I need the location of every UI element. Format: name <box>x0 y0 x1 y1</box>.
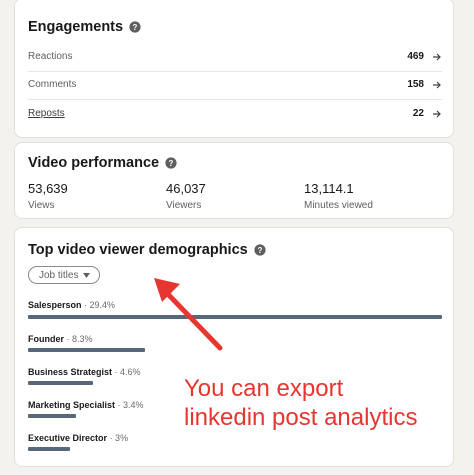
metric-label: Views <box>28 200 55 211</box>
annotation-text: You can export linkedin post analytics <box>184 374 417 432</box>
annotation-arrow <box>154 278 223 351</box>
job-titles-dropdown[interactable]: Job titles <box>28 266 101 284</box>
arrow-right-icon[interactable] <box>432 109 442 119</box>
engagements-title: Engagements <box>28 19 124 35</box>
metric-minutes-viewed: 13,114.1 Minutes viewed <box>304 181 373 211</box>
help-icon[interactable]: ? <box>165 157 177 169</box>
demographic-label: Executive Director · 3% <box>28 433 128 443</box>
metric-viewers: 46,037 Viewers <box>166 181 206 211</box>
job-title: Business Strategist <box>28 367 113 377</box>
reposts-link[interactable]: Reposts <box>28 108 65 119</box>
engagement-value: 22 <box>412 108 424 119</box>
demographic-bar-business-strategist <box>28 381 93 385</box>
engagement-label: Reactions <box>28 51 73 62</box>
engagement-value: 158 <box>407 79 424 90</box>
metric-label: Minutes viewed <box>304 200 373 211</box>
demographic-bar-marketing-specialist <box>28 414 76 418</box>
job-percent: · 3% <box>109 433 129 443</box>
job-title: Marketing Specialist <box>28 400 116 410</box>
metric-value: 13,114.1 <box>304 181 354 196</box>
help-icon[interactable]: ? <box>129 21 141 33</box>
caret-down-icon <box>83 272 91 278</box>
arrow-right-icon[interactable] <box>432 80 442 90</box>
engagement-label: Comments <box>28 79 77 90</box>
engagement-value: 469 <box>407 51 424 62</box>
demographics-title: Top video viewer demographics <box>28 242 248 258</box>
demographic-label: Founder · 8.3% <box>28 334 93 344</box>
demographic-bar-salesperson <box>28 315 442 319</box>
video-performance-card: Video performance ? 53,639 Views 46,037 … <box>14 142 454 219</box>
engagement-row-reposts[interactable]: Reposts 22 <box>28 108 442 119</box>
engagements-card: Engagements ? Reactions 469 Comments 158… <box>14 0 454 138</box>
job-title: Executive Director <box>28 433 108 443</box>
demographics-title-row: Top video viewer demographics ? <box>28 242 266 258</box>
engagement-row-comments[interactable]: Comments 158 <box>28 79 442 90</box>
divider <box>28 71 442 72</box>
help-icon[interactable]: ? <box>254 244 266 256</box>
demographic-label: Salesperson · 29.4% <box>28 300 115 310</box>
demographic-bar-founder <box>28 348 145 352</box>
svg-text:?: ? <box>257 246 262 255</box>
metric-views: 53,639 Views <box>28 181 68 211</box>
video-performance-title: Video performance <box>28 155 160 171</box>
arrow-right-icon[interactable] <box>432 52 442 62</box>
demographic-label: Business Strategist · 4.6% <box>28 367 141 377</box>
svg-text:?: ? <box>133 23 138 32</box>
engagement-row-reactions[interactable]: Reactions 469 <box>28 51 442 62</box>
job-title: Founder <box>28 334 64 344</box>
metric-value: 53,639 <box>28 181 68 196</box>
job-title: Salesperson <box>28 300 82 310</box>
video-performance-title-row: Video performance ? <box>28 155 177 171</box>
job-percent: · 3.4% <box>117 400 144 410</box>
job-percent: · 4.6% <box>114 367 141 377</box>
demographic-bar-executive-director <box>28 447 70 451</box>
svg-text:?: ? <box>169 159 174 168</box>
engagements-title-row: Engagements ? <box>28 19 141 35</box>
metric-label: Viewers <box>166 200 202 211</box>
dropdown-label: Job titles <box>39 269 79 281</box>
job-percent: · 29.4% <box>84 300 116 310</box>
metric-value: 46,037 <box>166 181 206 196</box>
job-percent: · 8.3% <box>66 334 93 344</box>
demographic-label: Marketing Specialist · 3.4% <box>28 400 144 410</box>
divider <box>28 99 442 100</box>
annotation-line-1: You can export <box>184 375 344 402</box>
annotation-line-2: linkedin post analytics <box>184 404 418 431</box>
